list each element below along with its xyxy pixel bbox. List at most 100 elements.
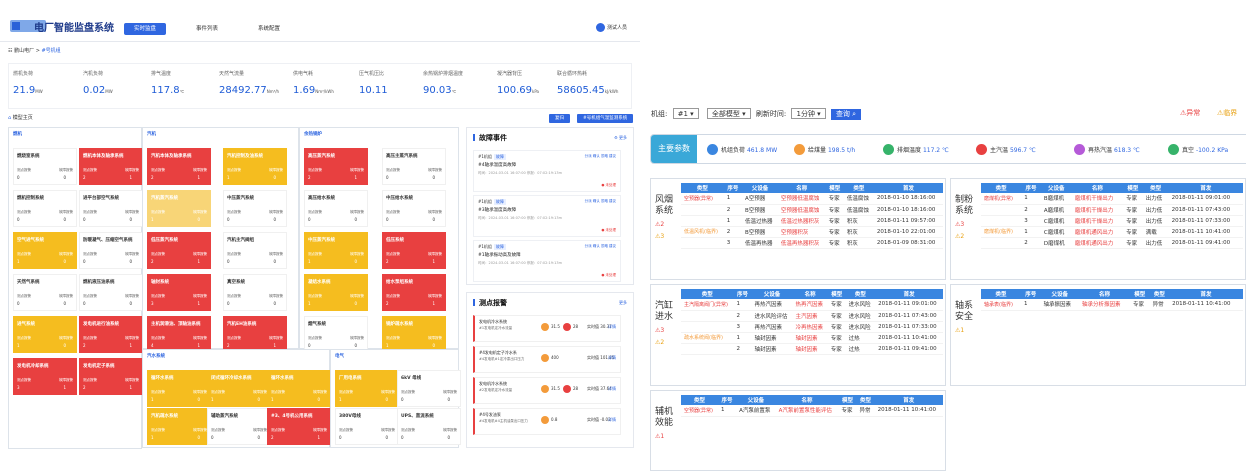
breadcrumb-root[interactable]: 鹏山电厂 [14,48,34,54]
alarm-item[interactable]: #4发电机定子冷水系 #4发电机#1定冷泵出口压力 400 实时值 101.85 详情 [473,346,621,373]
cell: 空预器积灰 [777,226,826,238]
system-card[interactable]: 6kV 母线 测点报警 故障报警 0 0 [397,370,461,407]
table-row[interactable]: 轴承表(临界) 1 轴承振因素 轴承分析振因素 专家 异常 2018-01-11 10:41… [981,299,1243,311]
system-card[interactable]: 轴封系统 测点报警 故障报警 3 1 [147,274,211,311]
system-card[interactable]: 防暖凝气、压缩空气系统 测点报警 故障报警 0 0 [79,232,143,269]
system-card[interactable]: 燃烧室系统 测点报警 故障报警 0 0 [13,148,77,185]
alarm-item[interactable]: 发电机冷水系统 #2发电机定冷水流量 31.5 28 实时值 37.64 详情 [473,377,621,404]
point-alarms-more[interactable]: 更多 [619,300,627,306]
cell: 2018-01-11 09:41:00 [1168,237,1243,249]
system-card[interactable]: 高压蒸汽系统 测点报警 故障报警 2 1 [304,148,368,185]
system-card[interactable]: 中压蒸汽系统 测点报警 故障报警 1 0 [304,232,368,269]
system-card[interactable]: 进气系统 测点报警 故障报警 1 0 [13,316,77,353]
system-card[interactable]: 空气进气系统 测点报警 故障报警 1 0 [13,232,77,269]
system-card[interactable]: 主机润滑油、顶轴油系统 测点报警 故障报警 4 1 [147,316,211,353]
system-card[interactable]: #3、4号机公用系统 测点报警 故障报警 2 1 [267,408,331,445]
system-card[interactable]: 低压蒸汽系统 测点报警 故障报警 2 1 [147,232,211,269]
alarm-detail-link[interactable]: 详情 [608,417,616,423]
table-row[interactable]: 3 低温再热器 低温再热器积灰 专家 积灰 2018-01-09 08:31:00 [681,237,943,249]
event-actions[interactable]: 分派 确认 忽略 建议 [585,154,616,159]
system-card[interactable]: 中压蒸汽系统 测点报警 故障报警 0 0 [223,190,287,227]
table-row[interactable]: 2 D磨煤机 磨煤机通风出力 专家 出力低 2018-01-11 09:41:00 [981,237,1243,249]
system-card[interactable]: 循环水系统 测点报警 故障报警 1 0 [267,370,331,407]
table-row[interactable]: 空预器(异常) 1 A汽泵前置泵 A汽泵前置泵性能评估 专家 异常 2018-01-11 1… [681,405,943,417]
fault-alarm-count: 1 [197,343,200,348]
alarm-item[interactable]: 发电机冷水系统 #1发电机定冷水流量 31.5 28 实时值 30.37 详情 [473,315,621,342]
table-row[interactable]: 2 A磨煤机 磨煤机干燥出力 专家 出力低 2018-01-11 07:43:00 [981,204,1243,216]
system-card[interactable]: 低压系统 测点报警 故障报警 2 1 [382,232,446,269]
model-select[interactable]: 全部模型 ▾ [706,108,751,119]
system-card[interactable]: 高压给水系统 测点报警 故障报警 0 0 [304,190,368,227]
event-tag: #1机组 故障 [478,244,506,250]
system-card[interactable]: 高压主蒸汽系统 测点报警 故障报警 0 0 [382,148,446,185]
tab-realtime[interactable]: 实时监盘 [124,23,167,35]
table-row[interactable]: 1 低温过热器 低温过热器积灰 专家 积灰 2018-01-11 09:57:00 [681,215,943,227]
alarm-detail-link[interactable]: 详情 [608,355,616,361]
system-card[interactable]: 循环水系统 测点报警 故障报警 1 0 [147,370,211,407]
system-card[interactable]: 380V母线 测点报警 故障报警 0 0 [335,408,399,445]
event-actions[interactable]: 分派 确认 忽略 建议 [585,244,616,249]
system-card[interactable]: 汽机主汽阀组 测点报警 故障报警 0 0 [223,232,287,269]
alarm-detail-link[interactable]: 详情 [608,386,616,392]
point-alarm-label: 测点报警 [227,336,241,340]
query-button[interactable]: 查询 ⌕ [830,109,862,120]
home-link[interactable]: ⌂ 模型主页 [8,114,33,121]
system-card[interactable]: 闭式循环冷却水系统 测点报警 故障报警 1 0 [207,370,271,407]
system-card[interactable]: UPS、直流系统 测点报警 故障报警 0 0 [397,408,461,445]
table-row[interactable]: 主汽隔离阀门(异常) 1 再热汽因素 热再汽因素 专家 进水风险 2018-01-11 09… [681,299,943,311]
table-row[interactable]: 2 进水风险评估 主汽因素 专家 进水风险 2018-01-11 07:43:00 [681,310,943,322]
system-card[interactable]: 燃机液压油系统 测点报警 故障报警 0 0 [79,274,143,311]
event-actions[interactable]: 分派 确认 忽略 建议 [585,199,616,204]
system-card[interactable]: 汽机控制及油系统 测点报警 故障报警 1 0 [223,148,287,185]
event-item[interactable]: #1机组 故障 #3轴承温度高故障 时间：2024-03-01 16:07:00 停报… [473,195,621,237]
table-row[interactable]: 疏水系统阀(临界) 1 轴封因素 轴封因素 专家 过热 2018-01-11 10:41:0… [681,332,943,344]
tab-events[interactable]: 事件列表 [186,23,228,35]
event-item[interactable]: #1机组 故障 #1轴承振动高及故障 时间：2024-03-01 16:07:00 停… [473,240,621,282]
reset-button[interactable]: 复归 [549,114,570,123]
table-row[interactable]: 磨煤机(临界) 1 C磨煤机 磨煤机通风出力 专家 满载 2018-01-11 10:41:… [981,226,1243,238]
system-card[interactable]: 发电机进行油系统 测点报警 故障报警 2 1 [79,316,143,353]
system-card[interactable]: 凝结水系统 测点报警 故障报警 1 0 [304,274,368,311]
system-card[interactable]: 发电机冷却系统 测点报警 故障报警 3 1 [13,358,77,395]
tab-config[interactable]: 系统配置 [248,23,290,35]
system-card[interactable]: 天然气系统 测点报警 故障报警 0 0 [13,274,77,311]
scrollbar[interactable] [1246,100,1255,471]
system-card[interactable]: 厂用电系统 测点报警 故障报警 1 0 [335,370,399,407]
alarm-item[interactable]: #4号发油泵 #4发电机#4主机油泵出口压力 0.8 实时值 -0.02 详情 [473,408,621,435]
system-card[interactable]: 汽机本体及轴承系统 测点报警 故障报警 2 1 [147,148,211,185]
table-row[interactable]: 2 B空预器 空预器低温腐蚀 专家 低温腐蚀 2018-01-10 18:16:00 [681,204,943,216]
gas-monitor-button[interactable]: #号机组气温监测系统 [577,114,634,123]
alarm-detail-link[interactable]: 详情 [608,324,616,330]
kpi-6: 余热锅炉排烟温度 90.03℃ [423,70,463,96]
system-card[interactable]: 中压给水系统 测点报警 故障报警 0 0 [382,190,446,227]
event-item[interactable]: #1机组 故障 #4轴承温度高故障 时间：2024-03-01 16:07:00 停报… [473,150,621,192]
table-row[interactable]: 低温风机(临界) 2 B空预器 空预器积灰 专家 积灰 2018-01-10 22:01:0… [681,226,943,238]
table-row[interactable]: 3 C磨煤机 磨煤机干燥出力 专家 出力低 2018-01-11 07:33:00 [981,215,1243,227]
system-card[interactable]: 发电机定子系统 测点报警 故障报警 2 1 [79,358,143,395]
column-header: 类型 [843,183,874,193]
system-card[interactable]: 烟气系统 测点报警 故障报警 0 0 [304,316,368,353]
system-card[interactable]: 汽机疏水系统 测点报警 故障报警 1 0 [147,408,211,445]
fault-events-more[interactable]: ⚙ 更多 [614,135,627,141]
kpi-unit: ℃ [451,89,457,94]
cell: 2 [733,343,752,355]
system-card[interactable]: 辅助蒸汽系统 测点报警 故障报警 0 0 [207,408,271,445]
refresh-select[interactable]: 1分钟 ▾ [791,108,826,119]
system-card[interactable]: 给水泵组系统 测点报警 故障报警 2 1 [382,274,446,311]
system-card[interactable]: 进平台部空气系统 测点报警 故障报警 0 0 [79,190,143,227]
unit-select[interactable]: #1 ▾ [672,108,699,119]
table-row[interactable]: 3 再热汽因素 冷再热因素 专家 进水风险 2018-01-11 07:33:00 [681,321,943,333]
system-card[interactable]: 真空系统 测点报警 故障报警 0 0 [223,274,287,311]
table-row[interactable]: 磨煤机(异常) 1 B磨煤机 磨煤机干燥出力 专家 出力低 2018-01-11 09:01… [981,193,1243,205]
system-card[interactable]: 锅炉疏水系统 测点报警 故障报警 1 0 [382,316,446,353]
table-row[interactable]: 空预器(异常) 1 A空预器 空预器低温腐蚀 专家 低温腐蚀 2018-01-10 18:1… [681,193,943,205]
event-type-badge: 故障 [493,154,506,160]
table-row[interactable]: 2 轴封因素 轴封因素 专家 过热 2018-01-11 09:41:00 [681,343,943,355]
group-title: 燃机 [13,132,22,137]
system-card[interactable]: 燃机控制系统 测点报警 故障报警 0 0 [13,190,77,227]
point-alarm-count: 1 [151,435,154,440]
system-card[interactable]: 汽机EH油系统 测点报警 故障报警 2 1 [223,316,287,353]
user-menu[interactable]: 测试人员 [596,23,627,32]
system-card[interactable]: 汽机蒸汽系统 测点报警 故障报警 1 0 [147,190,211,227]
system-card[interactable]: 燃机本体及轴承系统 测点报警 故障报警 2 1 [79,148,143,185]
